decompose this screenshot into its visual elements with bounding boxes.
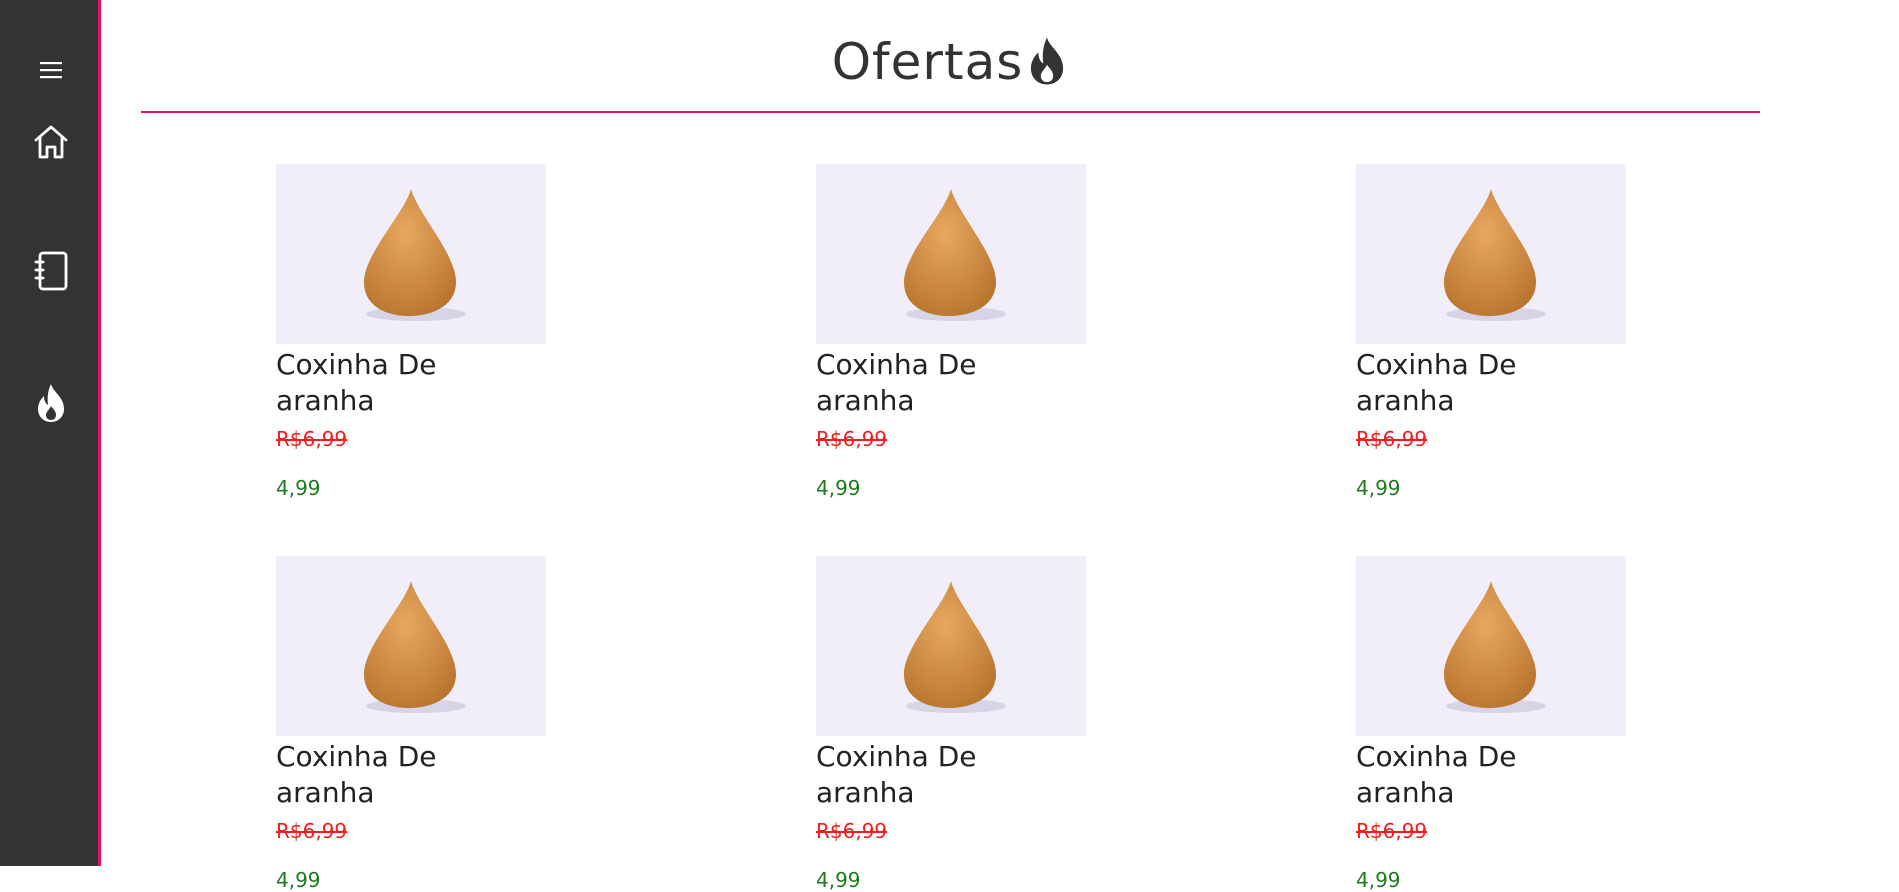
product-card[interactable]: Coxinha De aranha R$6,99 4,99 bbox=[816, 164, 1086, 500]
product-card[interactable]: Coxinha De aranha R$6,99 4,99 bbox=[1356, 556, 1626, 892]
flame-icon bbox=[37, 384, 64, 422]
product-image bbox=[816, 556, 1086, 736]
product-new-price: 4,99 bbox=[276, 476, 321, 500]
home-icon bbox=[34, 125, 67, 159]
page-header: Ofertas bbox=[141, 0, 1760, 113]
hamburger-menu-icon bbox=[39, 62, 62, 79]
product-old-price: R$6,99 bbox=[276, 819, 348, 843]
sidebar-item-home[interactable] bbox=[0, 118, 101, 166]
product-card[interactable]: Coxinha De aranha R$6,99 4,99 bbox=[816, 556, 1086, 892]
product-name: Coxinha De aranha bbox=[276, 740, 437, 809]
menu-button[interactable] bbox=[0, 52, 101, 88]
product-image bbox=[1356, 164, 1626, 344]
product-old-price: R$6,99 bbox=[816, 819, 888, 843]
sidebar bbox=[0, 0, 101, 866]
product-card[interactable]: Coxinha De aranha R$6,99 4,99 bbox=[276, 556, 546, 892]
sidebar-item-orders[interactable] bbox=[0, 246, 101, 296]
product-image bbox=[1356, 556, 1626, 736]
page-title: Ofertas bbox=[141, 32, 1760, 100]
page-title-text: Ofertas bbox=[831, 33, 1024, 91]
product-old-price: R$6,99 bbox=[276, 427, 348, 451]
product-card[interactable]: Coxinha De aranha R$6,99 4,99 bbox=[1356, 164, 1626, 500]
product-name: Coxinha De aranha bbox=[816, 348, 977, 417]
notebook-icon bbox=[34, 251, 67, 291]
product-name: Coxinha De aranha bbox=[276, 348, 437, 417]
product-new-price: 4,99 bbox=[1356, 476, 1401, 500]
product-name: Coxinha De aranha bbox=[1356, 740, 1517, 809]
product-new-price: 4,99 bbox=[1356, 868, 1401, 892]
product-name: Coxinha De aranha bbox=[816, 740, 977, 809]
main-content: Ofertas Coxinha De aranha R$6,99 4,99 Co… bbox=[101, 0, 1899, 892]
flame-icon bbox=[1025, 35, 1069, 100]
product-old-price: R$6,99 bbox=[1356, 819, 1428, 843]
product-image bbox=[816, 164, 1086, 344]
sidebar-item-offers[interactable] bbox=[0, 378, 101, 428]
product-new-price: 4,99 bbox=[276, 868, 321, 892]
product-new-price: 4,99 bbox=[816, 868, 861, 892]
product-name: Coxinha De aranha bbox=[1356, 348, 1517, 417]
product-new-price: 4,99 bbox=[816, 476, 861, 500]
product-old-price: R$6,99 bbox=[816, 427, 888, 451]
product-image bbox=[276, 556, 546, 736]
product-card[interactable]: Coxinha De aranha R$6,99 4,99 bbox=[276, 164, 546, 500]
product-image bbox=[276, 164, 546, 344]
product-old-price: R$6,99 bbox=[1356, 427, 1428, 451]
